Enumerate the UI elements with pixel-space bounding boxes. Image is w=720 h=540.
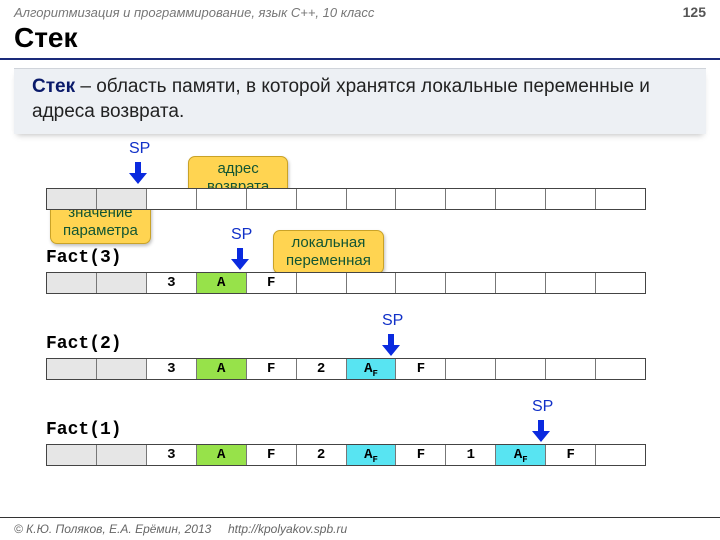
sp-arrow-icon bbox=[382, 334, 398, 356]
sp-arrow-icon bbox=[129, 162, 145, 184]
memory-cell bbox=[496, 273, 546, 293]
memory-strip: 3AF bbox=[46, 272, 646, 294]
memory-cell: F bbox=[396, 359, 446, 379]
memory-cell bbox=[596, 189, 645, 209]
memory-cell: F bbox=[247, 273, 297, 293]
memory-cell bbox=[97, 189, 147, 209]
memory-strip: 3AF2AFF1AFF bbox=[46, 444, 646, 466]
sp-label: SP bbox=[532, 398, 553, 416]
memory-strip: 3AF2AFF bbox=[46, 358, 646, 380]
definition-box: Стек – область памяти, в которой хранятс… bbox=[14, 68, 706, 134]
memory-cell bbox=[347, 273, 397, 293]
memory-cell: AF bbox=[496, 445, 546, 465]
memory-cell bbox=[197, 189, 247, 209]
memory-cell bbox=[396, 273, 446, 293]
footer-copyright: © К.Ю. Поляков, Е.А. Ерёмин, 2013 bbox=[14, 522, 211, 536]
memory-cell: AF bbox=[347, 445, 397, 465]
memory-cell bbox=[446, 273, 496, 293]
memory-cell bbox=[247, 189, 297, 209]
fact-label: Fact(1) bbox=[46, 420, 122, 440]
memory-cell bbox=[546, 359, 596, 379]
memory-cell bbox=[446, 189, 496, 209]
fact-label: Fact(2) bbox=[46, 334, 122, 354]
memory-cell bbox=[97, 359, 147, 379]
memory-cell bbox=[496, 359, 546, 379]
memory-cell: 1 bbox=[446, 445, 496, 465]
memory-cell: F bbox=[546, 445, 596, 465]
memory-cell: A bbox=[197, 273, 247, 293]
definition-term: Стек bbox=[32, 76, 75, 97]
footer: © К.Ю. Поляков, Е.А. Ерёмин, 2013 http:/… bbox=[0, 517, 720, 540]
memory-cell bbox=[396, 189, 446, 209]
memory-cell bbox=[47, 359, 97, 379]
sp-label: SP bbox=[382, 312, 403, 330]
memory-cell: F bbox=[396, 445, 446, 465]
memory-cell: F bbox=[247, 445, 297, 465]
fact-label: Fact(3) bbox=[46, 248, 122, 268]
memory-cell bbox=[347, 189, 397, 209]
memory-cell bbox=[596, 273, 645, 293]
memory-cell bbox=[147, 189, 197, 209]
callout-local-var: локальнаяпеременная bbox=[273, 230, 384, 274]
memory-cell bbox=[546, 189, 596, 209]
memory-cell: 3 bbox=[147, 445, 197, 465]
memory-cell: A bbox=[197, 445, 247, 465]
memory-cell bbox=[546, 273, 596, 293]
memory-strip bbox=[46, 188, 646, 210]
course-label: Алгоритмизация и программирование, язык … bbox=[14, 5, 374, 20]
memory-cell: 2 bbox=[297, 359, 347, 379]
memory-cell bbox=[297, 273, 347, 293]
footer-url: http://kpolyakov.spb.ru bbox=[228, 522, 347, 536]
memory-cell bbox=[596, 359, 645, 379]
memory-cell: F bbox=[247, 359, 297, 379]
memory-cell: 3 bbox=[147, 359, 197, 379]
memory-cell: 2 bbox=[297, 445, 347, 465]
memory-cell: 3 bbox=[147, 273, 197, 293]
page-title: Стек bbox=[0, 20, 720, 60]
memory-cell: A bbox=[197, 359, 247, 379]
page-number: 125 bbox=[683, 4, 706, 20]
memory-cell bbox=[47, 189, 97, 209]
definition-body: – область памяти, в которой хранятся лок… bbox=[32, 76, 650, 122]
memory-cell bbox=[97, 273, 147, 293]
memory-cell bbox=[47, 445, 97, 465]
memory-cell bbox=[446, 359, 496, 379]
memory-cell: AF bbox=[347, 359, 397, 379]
memory-cell bbox=[297, 189, 347, 209]
sp-arrow-icon bbox=[231, 248, 247, 270]
sp-arrow-icon bbox=[532, 420, 548, 442]
memory-cell bbox=[496, 189, 546, 209]
sp-label: SP bbox=[129, 140, 150, 158]
diagram-area: значениепараметра адресвозврата локальна… bbox=[0, 140, 720, 500]
memory-cell bbox=[47, 273, 97, 293]
sp-label: SP bbox=[231, 226, 252, 244]
memory-cell bbox=[596, 445, 645, 465]
memory-cell bbox=[97, 445, 147, 465]
